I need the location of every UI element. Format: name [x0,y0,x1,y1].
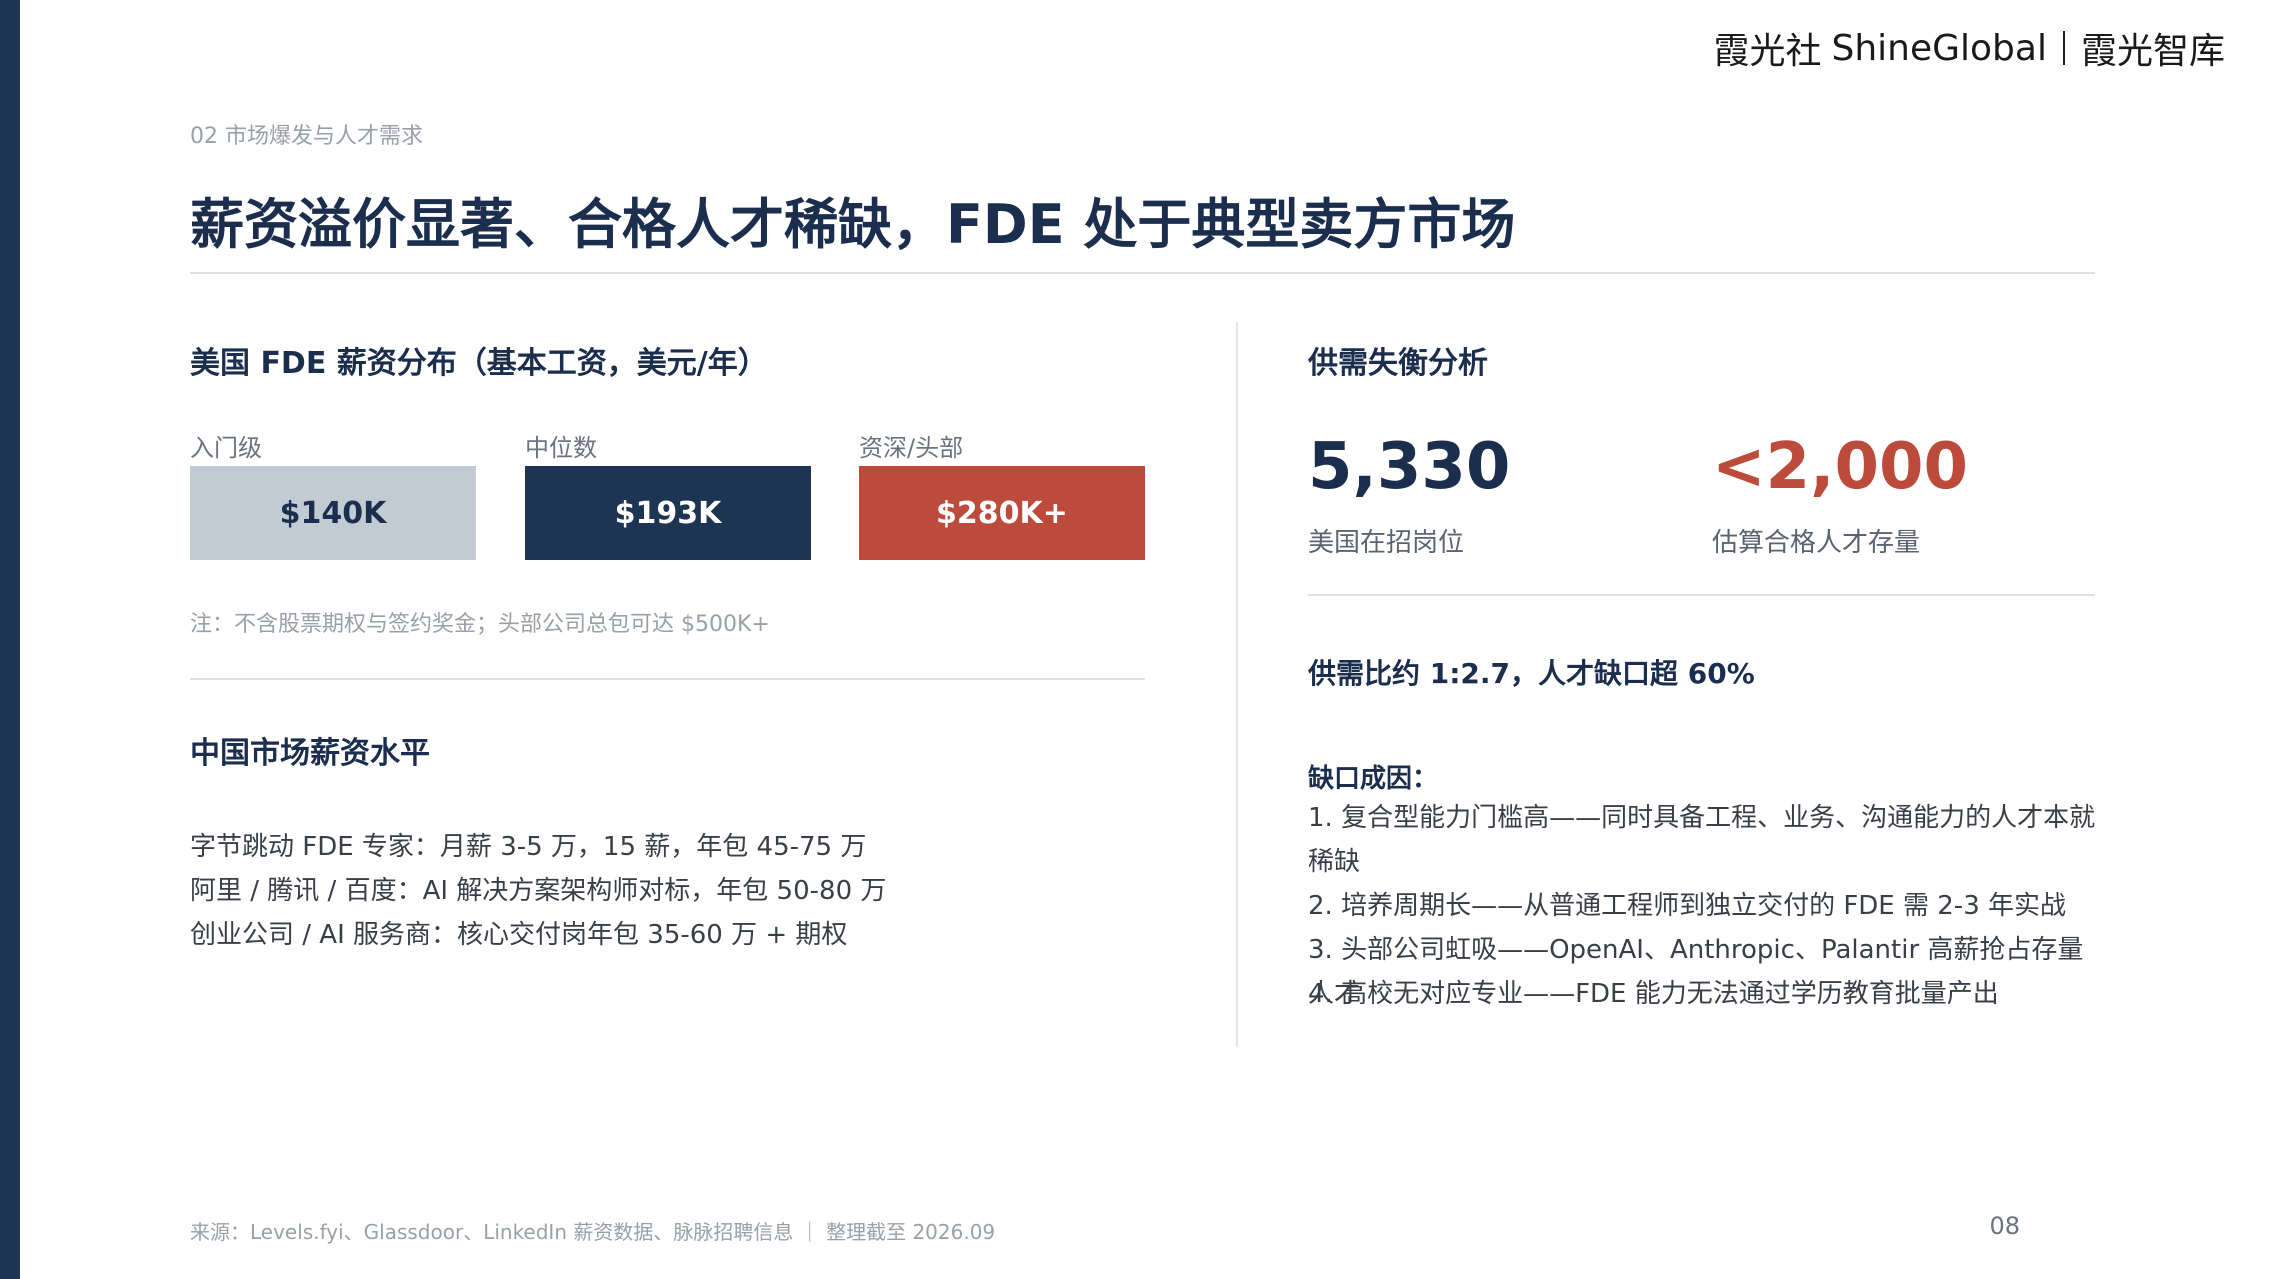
brand-logo: 霞光社 ShineGlobal 霞光智库 [1713,22,2225,74]
brand-sub: 霞光智库 [2080,31,2225,72]
china-salary-line-1: 字节跳动 FDE 专家：月薪 3-5 万，15 薪，年包 45-75 万 [190,832,867,862]
open-positions-caption: 美国在招岗位 [1308,528,1465,558]
china-salary-title: 中国市场薪资水平 [190,736,430,771]
china-salary-line-2: 阿里 / 腾讯 / 百度：AI 解决方案架构师对标，年包 50-80 万 [190,876,887,906]
tier-label-median: 中位数 [525,434,597,462]
brand-name-en: ShineGlobal [1831,27,2047,69]
talent-pool-caption: 估算合格人才存量 [1712,528,1921,558]
open-positions-value: 5,330 [1308,430,1511,504]
brand-name-cn: 霞光社 [1713,31,1822,72]
cause-item-1: 1. 复合型能力门槛高——同时具备工程、业务、沟通能力的人才本就稀缺 [1308,803,2096,877]
salary-note: 注：不含股票期权与签约奖金；头部公司总包可达 $500K+ [190,612,770,637]
china-salary-line-3: 创业公司 / AI 服务商：核心交付岗年包 35-60 万 + 期权 [190,920,848,950]
tier-box-entry: $140K [190,466,476,560]
us-salary-title: 美国 FDE 薪资分布（基本工资，美元/年） [190,346,768,381]
tier-box-senior: $280K+ [859,466,1145,560]
cause-item-4: 4. 高校无对应专业——FDE 能力无法通过学历教育批量产出 [1308,979,1999,1009]
supply-demand-title: 供需失衡分析 [1308,346,1488,381]
left-accent-bar [0,0,20,1279]
page-number: 08 [1989,1212,2020,1240]
right-divider [1308,594,2095,596]
tier-label-senior: 资深/头部 [859,434,964,462]
causes-title: 缺口成因： [1308,764,1439,794]
column-divider [1236,322,1238,1047]
brand-separator [2062,31,2065,65]
tier-box-median: $193K [525,466,811,560]
page-title: 薪资溢价显著、合格人才稀缺，FDE 处于典型卖方市场 [190,193,1516,256]
cause-item-2: 2. 培养周期长——从普通工程师到独立交付的 FDE 需 2-3 年实战 [1308,891,2066,921]
supply-demand-ratio: 供需比约 1:2.7，人才缺口超 60% [1308,657,1755,690]
slide: 霞光社 ShineGlobal 霞光智库 02 市场爆发与人才需求 薪资溢价显著… [0,0,2275,1279]
talent-pool-value: <2,000 [1712,430,1969,504]
title-divider [190,272,2095,274]
left-divider [190,678,1145,680]
footer-source: 来源：Levels.fyi、Glassdoor、LinkedIn 薪资数据、脉脉… [190,1220,996,1244]
section-kicker: 02 市场爆发与人才需求 [190,124,423,149]
tier-label-entry: 入门级 [190,434,262,462]
